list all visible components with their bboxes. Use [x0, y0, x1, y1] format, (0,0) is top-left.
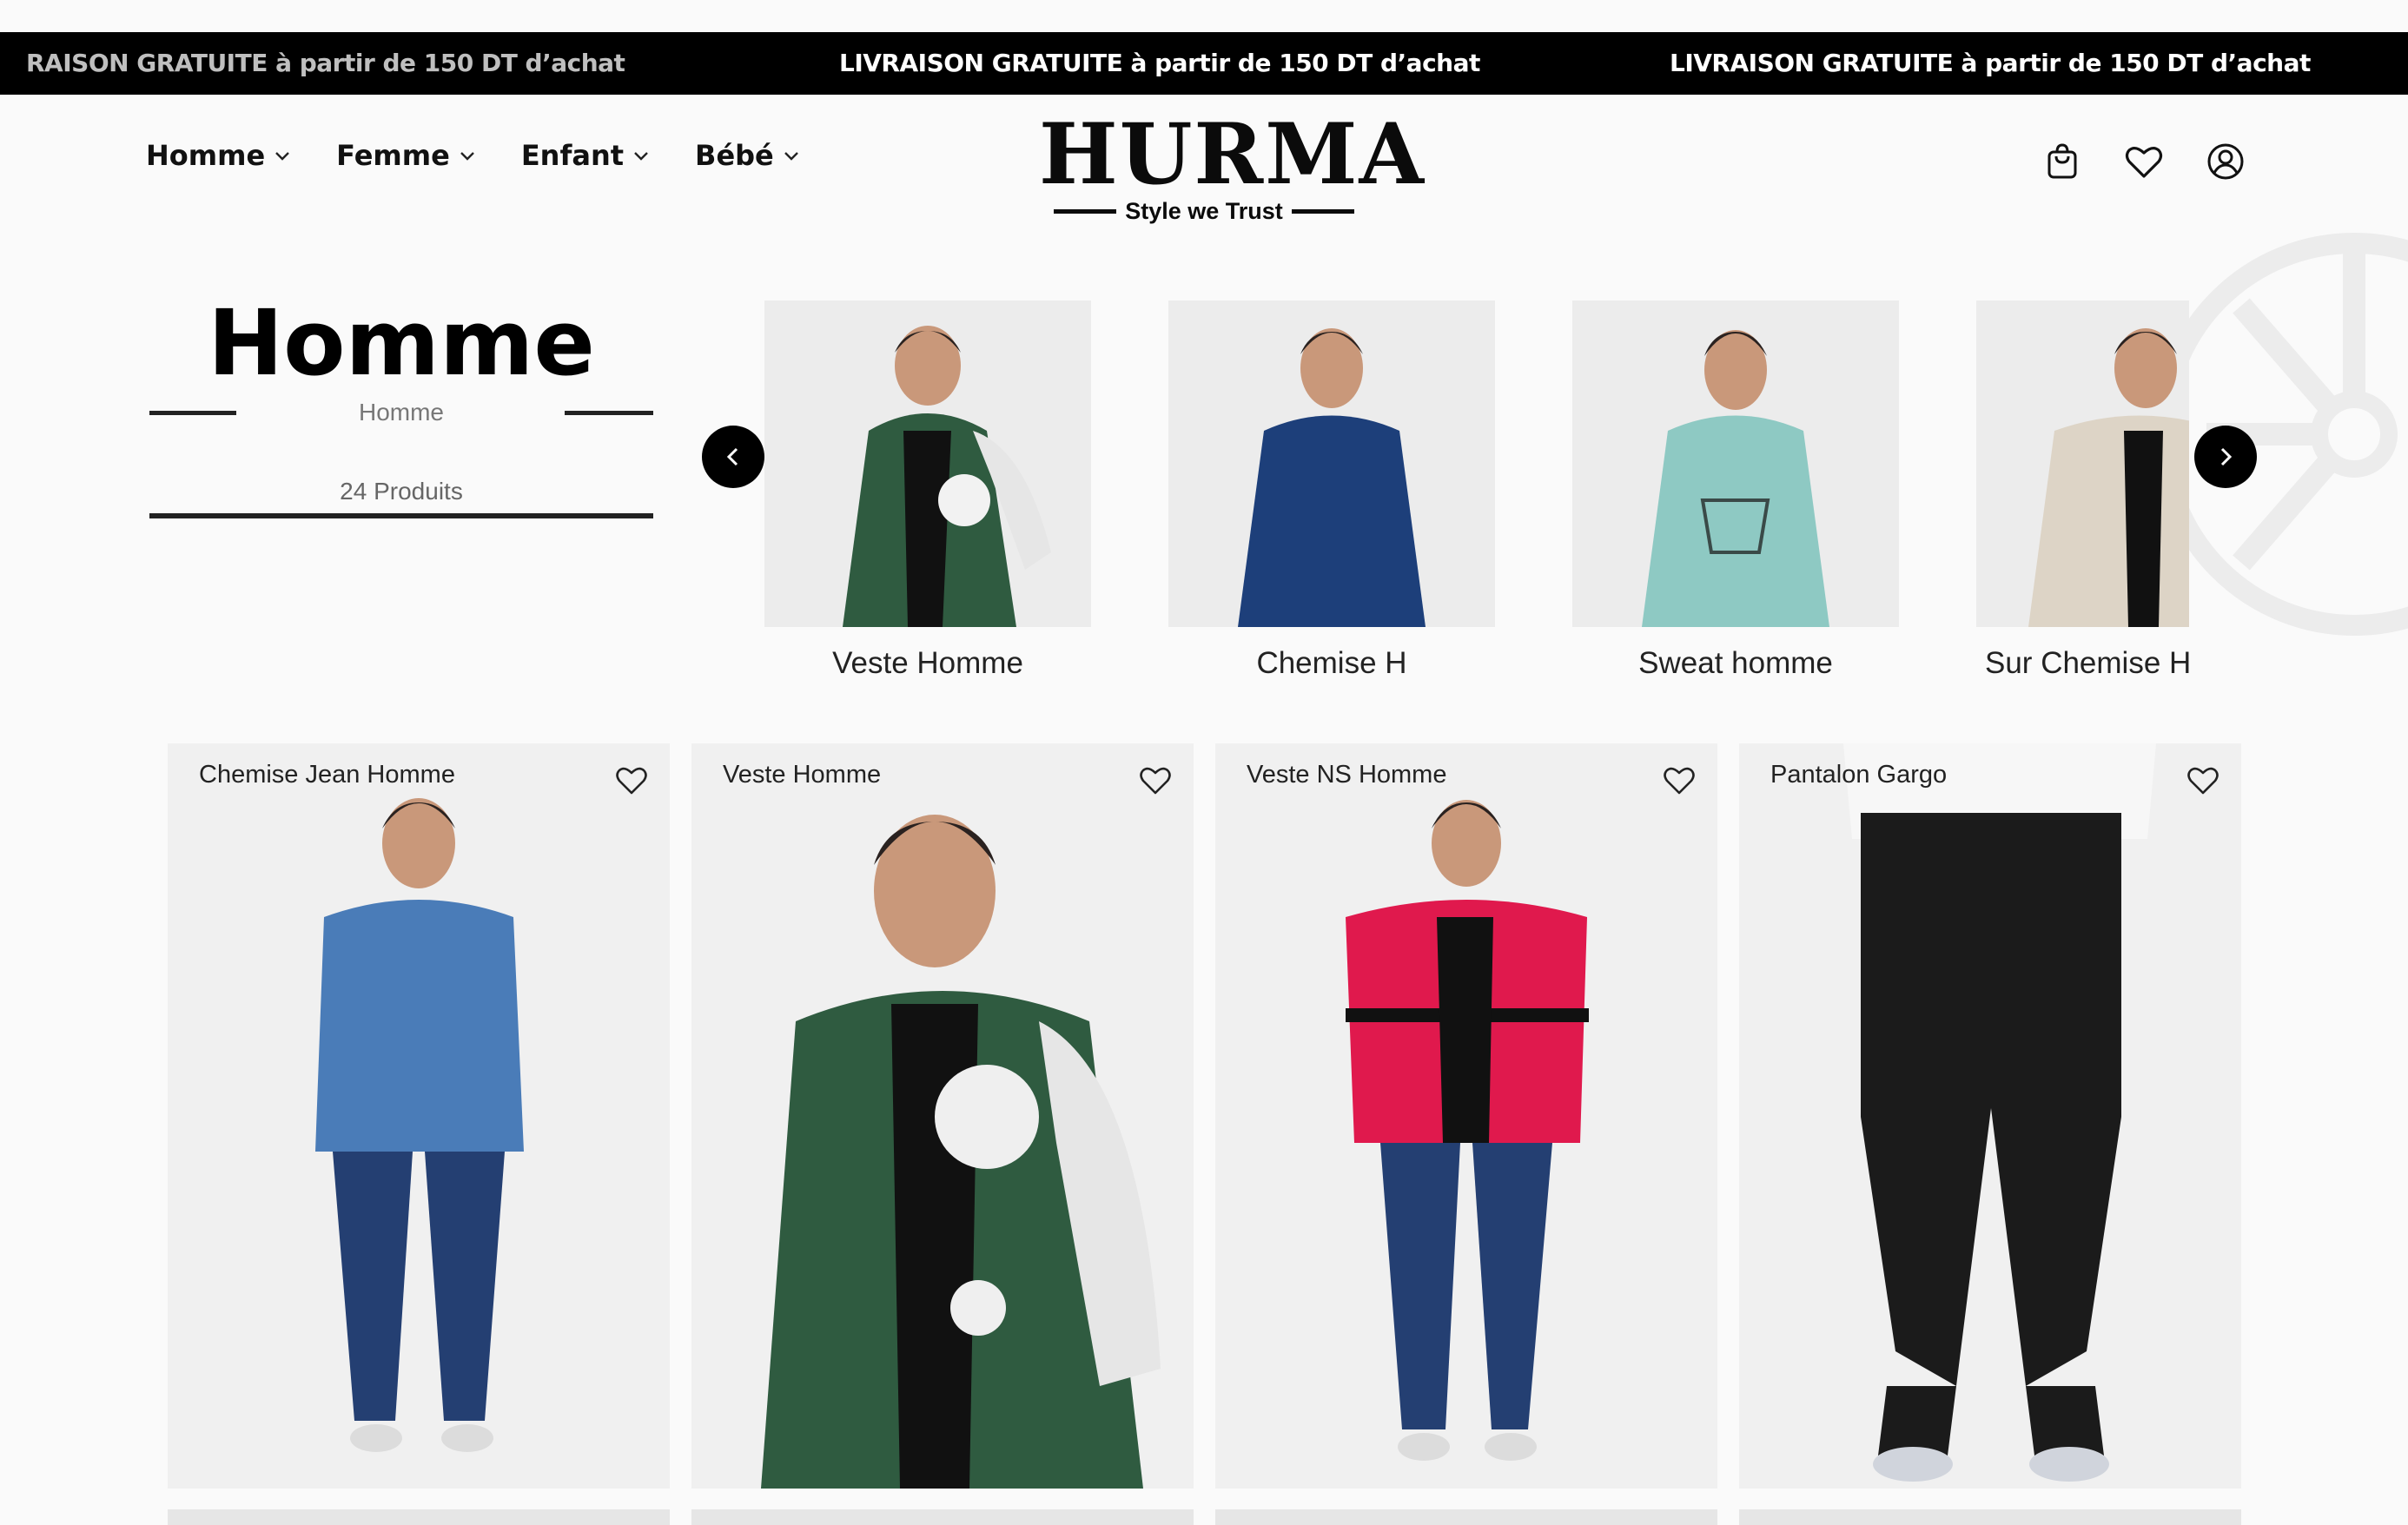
nav-label-homme: Homme — [146, 139, 266, 172]
banner-text-1: RAISON GRATUITE à partir de 150 DT d’ach… — [26, 49, 625, 77]
user-account-icon[interactable] — [2205, 141, 2246, 182]
nav-label-femme: Femme — [336, 139, 450, 172]
chevron-down-icon — [460, 152, 474, 161]
product-card-next-row[interactable] — [168, 1509, 670, 1525]
heart-icon[interactable] — [2123, 141, 2165, 182]
carousel-image — [1976, 300, 2189, 627]
carousel-label: Chemise H — [1256, 646, 1407, 680]
wishlist-heart-icon[interactable] — [2186, 762, 2220, 797]
title-rule-bottom — [149, 513, 653, 518]
carousel-image — [1572, 300, 1899, 627]
carousel-card[interactable]: Veste Homme — [764, 300, 1091, 681]
carousel-clip: Sur Chemise H — [1911, 287, 2189, 695]
header-icons — [2041, 141, 2246, 182]
wishlist-heart-icon[interactable] — [614, 762, 649, 797]
logo-wordmark: HURMA — [1039, 105, 1426, 203]
chevron-down-icon — [634, 152, 648, 161]
wishlist-heart-icon[interactable] — [1662, 762, 1697, 797]
carousel-prev-button[interactable] — [702, 426, 764, 488]
announcement-banner: RAISON GRATUITE à partir de 150 DT d’ach… — [0, 32, 2408, 95]
product-card[interactable]: Veste Homme — [691, 743, 1194, 1489]
banner-text-2: LIVRAISON GRATUITE à partir de 150 DT d’… — [839, 49, 1480, 77]
category-breadcrumb[interactable]: Homme — [149, 399, 653, 426]
carousel-card[interactable]: Sur Chemise H — [1976, 300, 2189, 681]
nav-label-enfant: Enfant — [520, 139, 625, 172]
product-card[interactable]: Pantalon Gargo — [1739, 743, 2241, 1489]
product-name: Veste Homme — [723, 761, 882, 789]
nav-item-homme[interactable]: Homme — [146, 139, 291, 172]
carousel-next-button[interactable] — [2194, 426, 2257, 488]
product-image — [691, 743, 1194, 1489]
shopping-bag-icon[interactable] — [2041, 141, 2083, 182]
product-card[interactable]: Veste NS Homme — [1215, 743, 1717, 1489]
carousel-image — [764, 300, 1091, 627]
carousel-image — [1168, 300, 1495, 627]
main-nav: Homme Femme Enfant Bébé — [146, 139, 800, 172]
chevron-right-icon — [2220, 447, 2233, 466]
logo-tagline: Style we Trust — [1125, 198, 1283, 224]
product-image — [1215, 743, 1717, 1489]
product-count: 24 Produits — [340, 478, 463, 505]
nav-item-bebe[interactable]: Bébé — [695, 139, 800, 172]
carousel-card[interactable]: Chemise H — [1168, 300, 1495, 681]
chevron-down-icon — [784, 152, 798, 161]
carousel-label: Veste Homme — [832, 646, 1023, 680]
chevron-left-icon — [726, 447, 738, 466]
product-card-next-row[interactable] — [1739, 1509, 2241, 1525]
carousel-label: Sur Chemise H — [1985, 646, 2189, 680]
banner-text-3: LIVRAISON GRATUITE à partir de 150 DT d’… — [1670, 49, 2311, 77]
carousel-card[interactable]: Sweat homme — [1572, 300, 1899, 681]
category-title: Homme — [208, 290, 595, 396]
product-card[interactable]: Chemise Jean Homme — [168, 743, 670, 1489]
product-card-next-row[interactable] — [691, 1509, 1194, 1525]
wishlist-heart-icon[interactable] — [1138, 762, 1173, 797]
product-image — [168, 743, 670, 1489]
nav-label-bebe: Bébé — [695, 139, 774, 172]
category-header: Homme Homme 24 Produits — [149, 290, 653, 518]
logo-rule-right — [1291, 209, 1354, 214]
carousel-label: Sweat homme — [1638, 646, 1833, 680]
brand-logo[interactable]: HURMA Style we Trust — [1039, 105, 1426, 225]
product-image — [1739, 743, 2241, 1489]
product-name: Veste NS Homme — [1247, 761, 1447, 789]
product-card-next-row[interactable] — [1215, 1509, 1717, 1525]
product-name: Chemise Jean Homme — [199, 761, 455, 789]
nav-item-femme[interactable]: Femme — [336, 139, 476, 172]
nav-item-enfant[interactable]: Enfant — [521, 139, 650, 172]
product-name: Pantalon Gargo — [1770, 761, 1948, 789]
chevron-down-icon — [275, 152, 290, 161]
logo-rule-left — [1054, 209, 1117, 214]
